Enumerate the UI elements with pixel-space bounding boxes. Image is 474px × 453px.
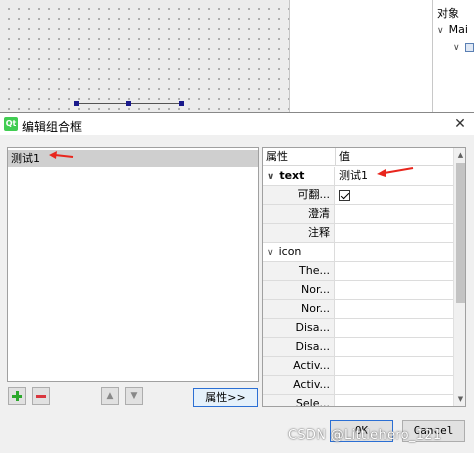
property-row-disambiguation[interactable]: 澄清 — [263, 205, 453, 224]
property-row-disabled-on[interactable]: Disa... — [263, 338, 453, 357]
property-name: ∨ icon — [263, 243, 335, 261]
object-inspector-title: 对象 — [437, 7, 459, 20]
selection-handle-middle[interactable] — [126, 101, 131, 106]
combobox-item-list[interactable]: 测试1 — [7, 147, 259, 382]
property-value[interactable] — [336, 319, 453, 337]
property-name: Disa... — [263, 338, 335, 356]
canvas-margin — [290, 0, 432, 112]
property-name: Nor... — [263, 300, 335, 318]
property-row-disabled-off[interactable]: Disa... — [263, 319, 453, 338]
property-name: Activ... — [263, 376, 335, 394]
selection-handle-left[interactable] — [74, 101, 79, 106]
property-name: 注释 — [263, 224, 335, 242]
move-down-button[interactable]: ▼ — [125, 387, 143, 405]
annotation-arrow-icon — [377, 167, 414, 177]
property-name: Activ... — [263, 357, 335, 375]
property-name: Nor... — [263, 281, 335, 299]
move-up-button[interactable]: ▲ — [101, 387, 119, 405]
translatable-checkbox[interactable] — [339, 189, 350, 201]
edit-combobox-dialog: Qt 编辑组合框 ✕ 测试1 ▲ ▼ 属性>> 属性 值 ∨ text 测试1 可… — [0, 112, 474, 453]
qt-logo-icon: Qt — [4, 117, 18, 131]
column-header-value[interactable]: 值 — [336, 148, 350, 166]
chevron-down-icon[interactable]: ∨ — [267, 172, 274, 182]
property-table-header: 属性 值 — [263, 148, 453, 166]
property-row-theme[interactable]: The... — [263, 262, 453, 281]
property-value[interactable] — [336, 243, 453, 261]
property-table[interactable]: 属性 值 ∨ text 测试1 可翻... 澄清 注释 ∨ icon The... — [262, 147, 466, 407]
arrow-up-icon: ▲ — [106, 391, 114, 401]
minus-icon — [36, 395, 46, 398]
property-name: ∨ text — [263, 167, 335, 185]
object-tree-root[interactable]: ∨ Mai — [437, 23, 468, 36]
chevron-down-icon[interactable]: ∨ — [453, 43, 460, 53]
property-value[interactable] — [336, 186, 453, 204]
property-row-comment[interactable]: 注释 — [263, 224, 453, 243]
property-name: Sele... — [263, 395, 335, 406]
property-value[interactable] — [336, 376, 453, 394]
remove-item-button[interactable] — [32, 387, 50, 405]
object-tree-child[interactable]: ∨ — [453, 40, 474, 53]
property-row-selected-off[interactable]: Sele... — [263, 395, 453, 406]
arrow-down-icon: ▼ — [130, 391, 138, 401]
layout-icon — [464, 42, 474, 52]
object-tree-root-label: Mai — [448, 23, 468, 36]
watermark-text: CSDN @Littlehero_121 — [288, 428, 442, 443]
property-row-text[interactable]: ∨ text 测试1 — [263, 167, 453, 186]
plus-icon-vertical — [16, 391, 19, 401]
property-name: 澄清 — [263, 205, 335, 223]
property-value[interactable] — [336, 205, 453, 223]
property-row-active-on[interactable]: Activ... — [263, 376, 453, 395]
scroll-down-icon[interactable]: ▼ — [454, 392, 465, 406]
dialog-titlebar[interactable]: Qt 编辑组合框 ✕ — [0, 113, 474, 135]
property-row-normal-on[interactable]: Nor... — [263, 300, 453, 319]
properties-toggle-button[interactable]: 属性>> — [193, 388, 258, 407]
selection-handle-right[interactable] — [179, 101, 184, 106]
property-row-normal-off[interactable]: Nor... — [263, 281, 453, 300]
property-value[interactable] — [336, 262, 453, 280]
chevron-down-icon[interactable]: ∨ — [267, 248, 274, 258]
property-name: 可翻... — [263, 186, 335, 204]
form-canvas — [0, 0, 290, 112]
property-value[interactable] — [336, 224, 453, 242]
property-row-icon[interactable]: ∨ icon — [263, 243, 453, 262]
property-value[interactable] — [336, 338, 453, 356]
property-name: The... — [263, 262, 335, 280]
property-value[interactable] — [336, 281, 453, 299]
annotation-arrow-icon — [49, 151, 74, 159]
scroll-up-icon[interactable]: ▲ — [454, 148, 465, 162]
list-item[interactable]: 测试1 — [8, 150, 258, 167]
property-table-scrollbar[interactable]: ▲ ▼ — [453, 148, 465, 406]
property-value[interactable] — [336, 395, 453, 406]
column-header-property[interactable]: 属性 — [263, 148, 288, 166]
property-row-translatable[interactable]: 可翻... — [263, 186, 453, 205]
property-value[interactable] — [336, 300, 453, 318]
property-row-active-off[interactable]: Activ... — [263, 357, 453, 376]
scrollbar-thumb[interactable] — [456, 163, 465, 303]
close-icon[interactable]: ✕ — [450, 114, 470, 134]
add-item-button[interactable] — [8, 387, 26, 405]
dialog-title: 编辑组合框 — [22, 120, 83, 134]
property-value[interactable] — [336, 357, 453, 375]
object-inspector: 对象 ∨ Mai ∨ — [432, 0, 474, 112]
chevron-down-icon[interactable]: ∨ — [437, 26, 444, 36]
property-name: Disa... — [263, 319, 335, 337]
